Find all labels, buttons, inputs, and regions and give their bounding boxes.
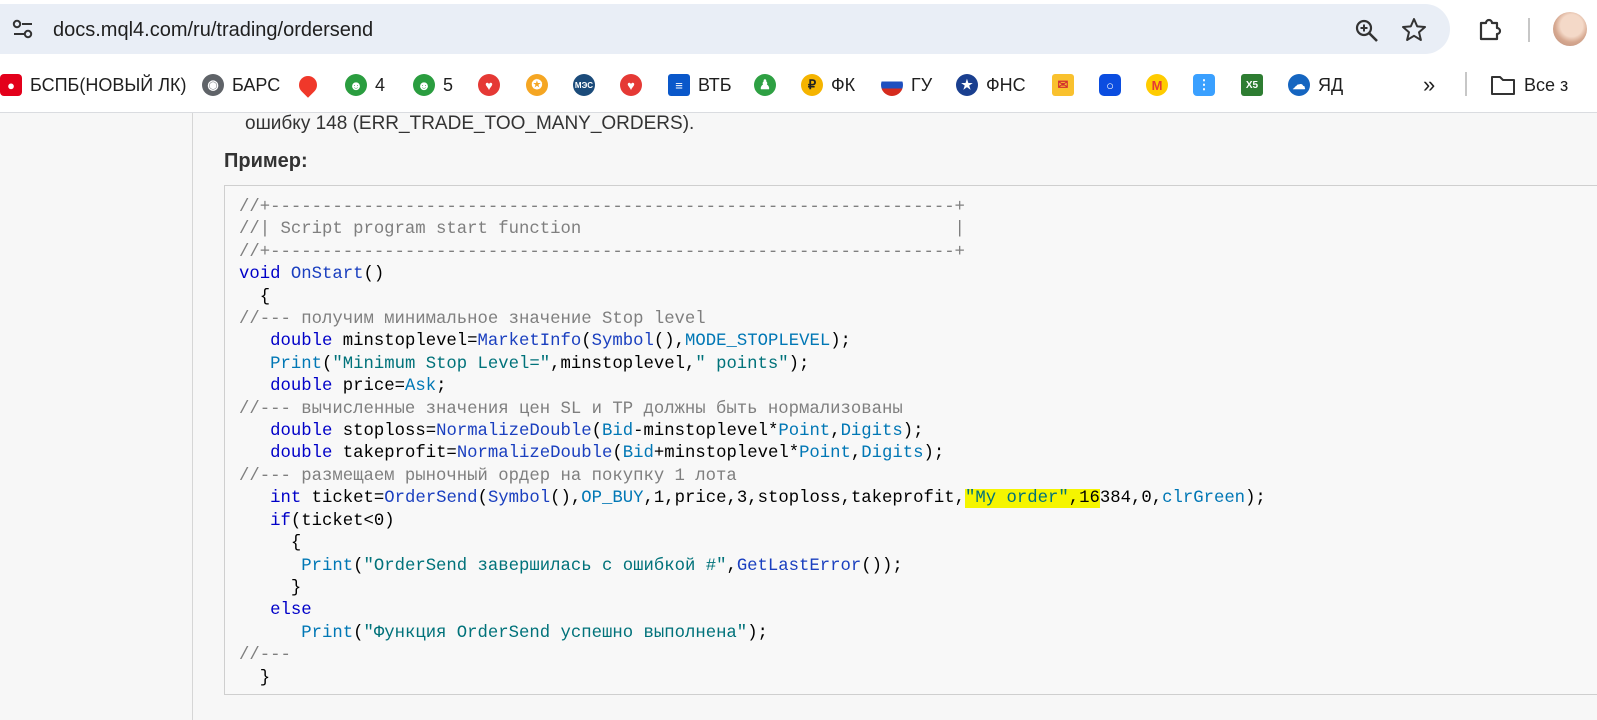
dots-icon: ⋮ [1193, 74, 1215, 96]
yadisk-icon: ☁ [1288, 74, 1310, 96]
bookmark-bars[interactable]: ◉ БАРС [202, 72, 280, 98]
bookmark-x5[interactable]: X5 [1241, 72, 1263, 98]
ozon-icon: ○ [1099, 74, 1121, 96]
bspb-icon: ● [0, 74, 22, 96]
code-text: //+-------------------------------------… [239, 198, 1266, 688]
bookmarks-bar: ● БСПБ(НОВЫЙ ЛК) ◉ БАРС ☻ 4 ☻ 5 ♥ ✪ МЭС … [0, 60, 1597, 113]
fns-icon: ★ [956, 74, 978, 96]
profile-avatar[interactable] [1553, 12, 1587, 46]
mes-icon: МЭС [573, 74, 595, 96]
mail-icon: ✉ [1052, 74, 1074, 96]
browser-toolbar: docs.mql4.com/ru/trading/ordersend [0, 0, 1597, 60]
vtb-icon: ≡ [668, 74, 690, 96]
folder-icon [1491, 76, 1515, 95]
bookmark-gu[interactable]: ГУ [881, 72, 932, 98]
code-example-block: //+-------------------------------------… [224, 185, 1597, 695]
bookmark-fns[interactable]: ★ ФНС [956, 72, 1026, 98]
bookmark-heart-1[interactable]: ♥ [478, 72, 500, 98]
bookmark-person[interactable]: ♟ [754, 72, 776, 98]
bookmarks-divider [1465, 72, 1467, 96]
bookmark-m[interactable]: M [1146, 72, 1168, 98]
all-bookmarks-label: Все з [1524, 74, 1569, 95]
url-text[interactable]: docs.mql4.com/ru/trading/ordersend [53, 19, 373, 42]
bookmark-label: 5 [443, 74, 454, 95]
bookmark-label: ГУ [911, 74, 933, 95]
bookmark-sun[interactable]: ✪ [526, 72, 548, 98]
bookmark-star-icon[interactable] [1401, 17, 1427, 43]
bookmark-label: 4 [375, 74, 386, 95]
site-settings-icon[interactable] [12, 19, 34, 39]
bookmark-fk[interactable]: ₽ ФК [801, 72, 855, 98]
sun-icon: ✪ [526, 74, 548, 96]
paragraph-text: ошибку 148 (ERR_TRADE_TOO_MANY_ORDERS). [245, 113, 695, 134]
bookmark-mail[interactable]: ✉ [1052, 72, 1074, 98]
globe-icon: ◉ [202, 74, 224, 96]
bookmarks-more-button[interactable]: » [1423, 72, 1435, 98]
ruble-icon: ₽ [801, 74, 823, 96]
zoom-icon[interactable] [1354, 18, 1380, 44]
bookmark-label: БСПБ(НОВЫЙ ЛК) [30, 74, 187, 95]
extensions-icon[interactable] [1476, 14, 1504, 42]
bookmark-label: ЯД [1318, 74, 1344, 95]
flag-ru-icon [881, 74, 903, 96]
toolbar-divider [1528, 18, 1530, 42]
bookmark-map[interactable] [295, 72, 321, 98]
x5-icon: X5 [1241, 74, 1263, 96]
bookmark-5[interactable]: ☻ 5 [413, 72, 453, 98]
more-chevron-icon: » [1423, 72, 1436, 97]
bookmark-heart-2[interactable]: ♥ [620, 72, 642, 98]
bookmark-label: БАРС [232, 74, 281, 95]
docs-sidebar [0, 113, 193, 720]
bookmark-label: ФНС [986, 74, 1026, 95]
bookmark-vtb[interactable]: ≡ ВТБ [668, 72, 732, 98]
map-pin-icon [295, 72, 321, 98]
heart-icon: ♥ [620, 74, 642, 96]
m-icon: M [1146, 74, 1168, 96]
example-heading: Пример: [224, 150, 308, 172]
bookmark-ozon[interactable]: ○ [1099, 72, 1121, 98]
bookmark-yad[interactable]: ☁ ЯД [1288, 72, 1343, 98]
people-icon: ☻ [413, 74, 435, 96]
doc-content: ошибку 148 (ERR_TRADE_TOO_MANY_ORDERS). … [193, 113, 1597, 720]
bookmark-label: ВТБ [698, 74, 732, 95]
people-icon: ☻ [345, 74, 367, 96]
bookmark-bspb[interactable]: ● БСПБ(НОВЫЙ ЛК) [0, 72, 187, 98]
all-bookmarks-button[interactable]: Все з [1490, 72, 1568, 98]
bookmark-dots[interactable]: ⋮ [1193, 72, 1215, 98]
heart-icon: ♥ [478, 74, 500, 96]
person-icon: ♟ [754, 74, 776, 96]
address-bar[interactable]: docs.mql4.com/ru/trading/ordersend [0, 4, 1450, 54]
bookmark-4[interactable]: ☻ 4 [345, 72, 385, 98]
bookmark-label: ФК [831, 74, 856, 95]
bookmark-mes[interactable]: МЭС [573, 72, 595, 98]
